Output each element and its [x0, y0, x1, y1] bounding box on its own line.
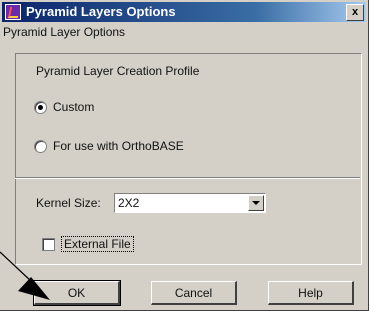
radio-button-custom[interactable]: [34, 100, 47, 114]
kernel-size-label: Kernel Size:: [36, 196, 101, 210]
radio-custom[interactable]: Custom: [34, 100, 94, 114]
pyramid-layers-dialog: Pyramid Layers Options x Pyramid Layer O…: [0, 0, 369, 311]
window-title: Pyramid Layers Options: [26, 4, 176, 19]
radio-button-orthobase[interactable]: [34, 139, 47, 153]
close-icon[interactable]: x: [346, 4, 364, 21]
external-file-checkbox[interactable]: [42, 237, 55, 251]
radio-orthobase[interactable]: For use with OrthoBASE: [34, 139, 184, 153]
title-bar[interactable]: Pyramid Layers Options x: [2, 2, 366, 22]
pyramid-layers-icon: [5, 4, 21, 20]
creation-profile-label: Pyramid Layer Creation Profile: [36, 64, 200, 78]
ok-button[interactable]: OK: [33, 280, 121, 306]
help-button[interactable]: Help: [268, 281, 354, 305]
external-file-label[interactable]: External File: [61, 236, 134, 252]
kernel-size-value[interactable]: 2X2: [118, 196, 139, 210]
cancel-button[interactable]: Cancel: [151, 281, 237, 305]
separator: [15, 177, 360, 179]
dialog-subtitle: Pyramid Layer Options: [3, 25, 126, 39]
external-file-option[interactable]: External File: [42, 236, 134, 252]
radio-custom-label[interactable]: Custom: [53, 100, 94, 114]
kernel-size-select[interactable]: 2X2: [114, 193, 266, 213]
creation-profile-group: Pyramid Layer Creation Profile Custom Fo…: [20, 60, 356, 180]
radio-orthobase-label[interactable]: For use with OrthoBASE: [53, 139, 184, 153]
chevron-down-icon[interactable]: [248, 195, 264, 211]
